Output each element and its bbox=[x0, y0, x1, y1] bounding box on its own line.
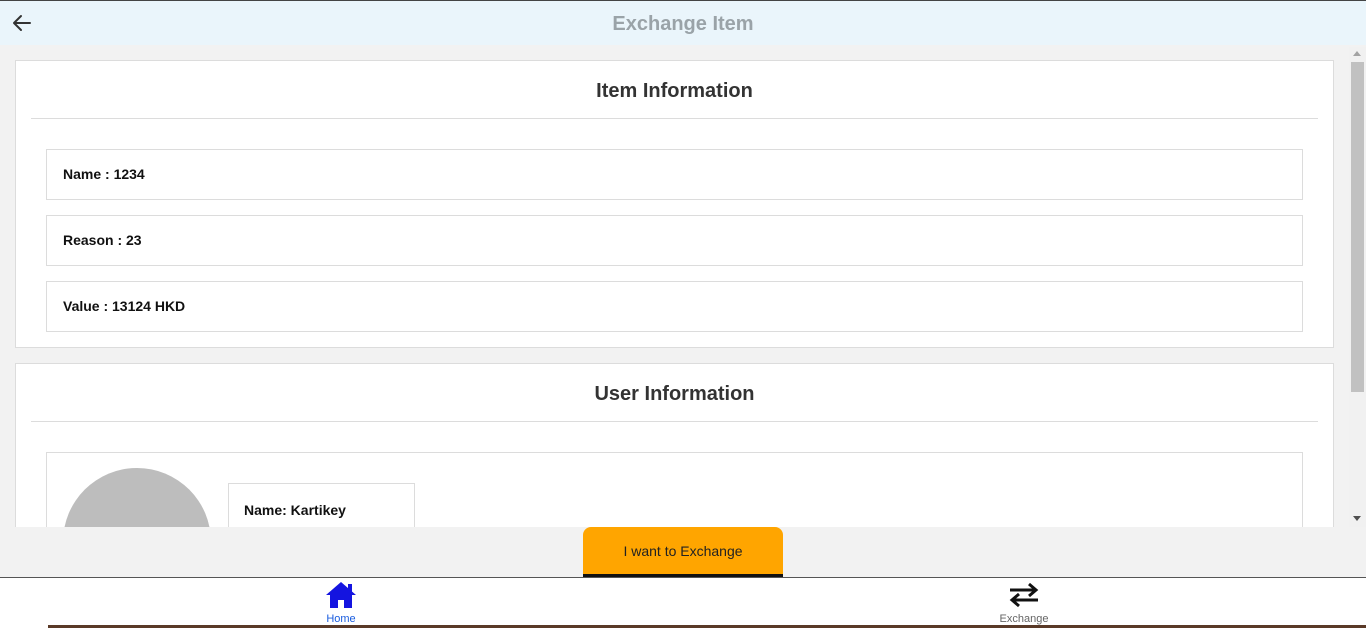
vertical-scrollbar[interactable] bbox=[1349, 47, 1366, 527]
tab-exchange-label: Exchange bbox=[999, 613, 1049, 625]
user-information-title: User Information bbox=[594, 383, 755, 405]
scrollbar-thumb[interactable] bbox=[1351, 62, 1364, 392]
user-details-box: Name: Kartikey bbox=[46, 452, 1303, 527]
tab-home[interactable]: Home bbox=[281, 578, 401, 628]
item-information-card: Item Information Name : 1234 Reason : 23… bbox=[15, 60, 1334, 348]
avatar bbox=[63, 468, 211, 527]
i-want-to-exchange-button[interactable]: I want to Exchange bbox=[583, 527, 783, 577]
item-name-row: Name : 1234 bbox=[46, 149, 1303, 200]
app-header: Exchange Item bbox=[0, 0, 1366, 45]
tab-home-label: Home bbox=[326, 613, 356, 625]
scroll-up-arrow-icon[interactable] bbox=[1353, 51, 1361, 56]
content-scroll-area[interactable]: Item Information Name : 1234 Reason : 23… bbox=[0, 45, 1366, 527]
tab-exchange[interactable]: Exchange bbox=[964, 578, 1084, 628]
exchange-arrows-icon bbox=[1009, 582, 1039, 608]
user-information-card: User Information Name: Kartikey bbox=[15, 363, 1334, 527]
page-title: Exchange Item bbox=[612, 13, 754, 35]
home-icon bbox=[326, 582, 356, 608]
divider bbox=[31, 421, 1318, 422]
user-name-field: Name: Kartikey bbox=[228, 483, 415, 527]
item-value-row: Value : 13124 HKD bbox=[46, 281, 1303, 332]
scroll-down-arrow-icon[interactable] bbox=[1353, 516, 1361, 521]
item-information-title: Item Information bbox=[596, 80, 753, 102]
bottom-tab-bar: Home Exchange bbox=[0, 577, 1366, 628]
item-reason-row: Reason : 23 bbox=[46, 215, 1303, 266]
divider bbox=[31, 118, 1318, 119]
